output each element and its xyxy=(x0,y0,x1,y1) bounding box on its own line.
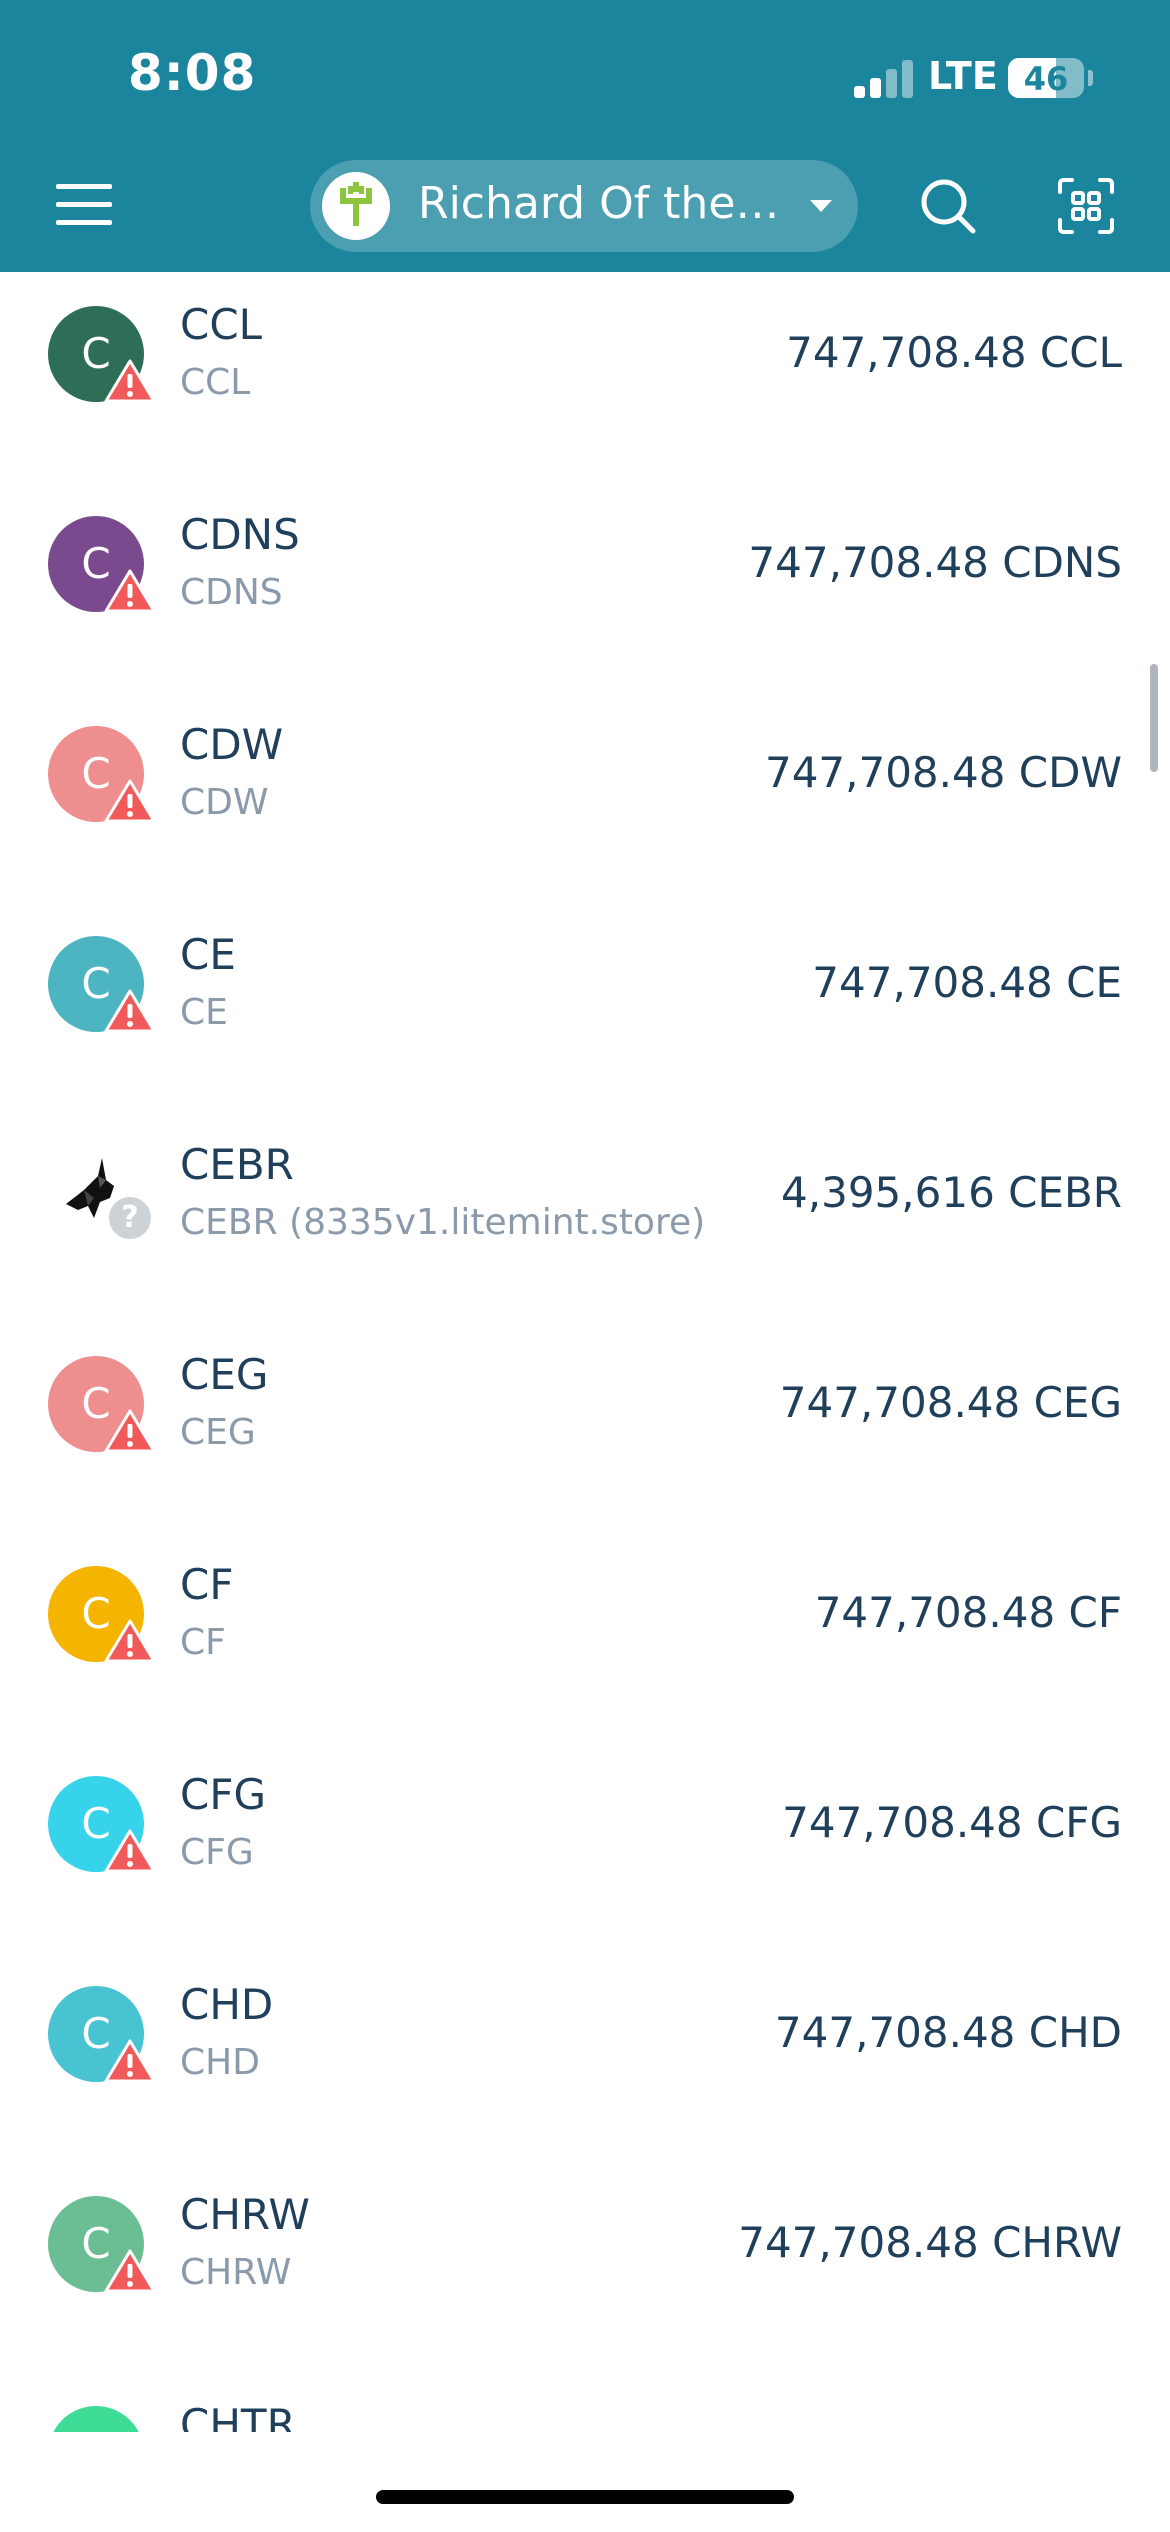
token-avatar: C xyxy=(48,2406,144,2432)
token-avatar: ? xyxy=(48,1146,154,1242)
warning-icon xyxy=(104,2039,156,2083)
token-balance: 747,708.48 CDW xyxy=(764,748,1122,797)
cellular-signal-icon xyxy=(854,58,914,98)
warning-icon xyxy=(104,569,156,613)
token-code: CHTR xyxy=(180,2400,296,2432)
token-row[interactable]: ? CEBR CEBR (8335v1.litemint.store) 4,39… xyxy=(0,1112,1170,1322)
search-icon[interactable] xyxy=(918,176,978,236)
token-balance: 747,708.48 CDNS xyxy=(748,538,1122,587)
token-balance: 747,708.48 CHD xyxy=(774,2008,1122,2057)
token-code: CCL xyxy=(180,300,263,349)
token-balance: 747,708.48 CFG xyxy=(782,1798,1122,1847)
warning-icon xyxy=(104,2249,156,2293)
status-time: 8:08 xyxy=(128,44,257,102)
token-avatar: C xyxy=(48,1776,156,1873)
token-code: CFG xyxy=(180,1770,267,1819)
token-issuer: CHRW xyxy=(180,2252,292,2293)
warning-icon xyxy=(104,989,156,1033)
battery-level: 46 xyxy=(1023,60,1069,98)
token-initial: C xyxy=(48,2406,144,2432)
qr-scan-icon[interactable] xyxy=(1056,176,1116,236)
account-switcher[interactable]: Richard Of the… xyxy=(310,160,858,252)
token-row[interactable]: C CEG CEG 747,708.48 CEG xyxy=(0,1322,1170,1532)
token-row[interactable]: C CFG CFG 747,708.48 CFG xyxy=(0,1742,1170,1952)
status-bar: 8:08 LTE 46 xyxy=(0,0,1170,150)
token-avatar: C xyxy=(48,936,156,1033)
scrollbar[interactable] xyxy=(1150,664,1158,772)
token-avatar: C xyxy=(48,516,156,613)
token-avatar: C xyxy=(48,306,156,403)
network-type: LTE xyxy=(928,54,998,98)
tree-logo-icon xyxy=(340,182,372,226)
token-avatar: C xyxy=(48,1986,156,2083)
token-avatar: C xyxy=(48,2196,156,2293)
account-name: Richard Of the… xyxy=(418,178,778,229)
token-row[interactable]: C CDW CDW 747,708.48 CDW xyxy=(0,692,1170,902)
token-avatar: C xyxy=(48,726,156,823)
token-issuer: CEBR (8335v1.litemint.store) xyxy=(180,1202,706,1243)
warning-icon xyxy=(104,359,156,403)
token-code: CDW xyxy=(180,720,284,769)
token-row[interactable]: C CDNS CDNS 747,708.48 CDNS xyxy=(0,482,1170,692)
token-code: CDNS xyxy=(180,510,300,559)
token-code: CEBR xyxy=(180,1140,294,1189)
token-issuer: CDW xyxy=(180,782,269,823)
battery-icon: 46 xyxy=(1008,58,1084,98)
warning-icon xyxy=(104,1829,156,1873)
hamburger-icon[interactable] xyxy=(56,180,112,228)
battery-tip xyxy=(1088,70,1093,86)
token-row[interactable]: C CHD CHD 747,708.48 CHD xyxy=(0,1952,1170,2162)
token-row[interactable]: C CHRW CHRW 747,708.48 CHRW xyxy=(0,2162,1170,2372)
token-balance: 747,708.48 CHRW xyxy=(738,2218,1122,2267)
warning-icon xyxy=(104,779,156,823)
token-issuer: CF xyxy=(180,1622,226,1663)
home-indicator[interactable] xyxy=(376,2490,794,2504)
token-code: CEG xyxy=(180,1350,269,1399)
token-row[interactable]: C CCL CCL 747,708.48 CCL xyxy=(0,272,1170,482)
token-balance: 747,708.48 CE xyxy=(812,958,1122,1007)
token-issuer: CE xyxy=(180,992,228,1033)
unknown-asset-icon: ? xyxy=(106,1194,154,1242)
warning-icon xyxy=(104,1619,156,1663)
bottom-safe-area xyxy=(0,2432,1170,2532)
token-row[interactable]: C CE CE 747,708.48 CE xyxy=(0,902,1170,1112)
app-header: 8:08 LTE 46 Richard Of the… xyxy=(0,0,1170,272)
token-balance: 747,708.48 CCL xyxy=(786,328,1122,377)
token-avatar: C xyxy=(48,1566,156,1663)
token-balance: 747,708.48 CF xyxy=(814,1588,1122,1637)
chevron-down-icon xyxy=(810,200,832,212)
token-issuer: CDNS xyxy=(180,572,283,613)
token-list[interactable]: C CCL CCL 747,708.48 CCL C CDNS CDNS 747… xyxy=(0,272,1170,2432)
token-issuer: CHD xyxy=(180,2042,260,2083)
token-issuer: CFG xyxy=(180,1832,254,1873)
token-issuer: CEG xyxy=(180,1412,256,1453)
token-row[interactable]: C CHTR xyxy=(0,2372,1170,2432)
token-code: CHD xyxy=(180,1980,274,2029)
warning-icon xyxy=(104,1409,156,1453)
token-code: CHRW xyxy=(180,2190,310,2239)
token-issuer: CCL xyxy=(180,362,251,403)
token-balance: 4,395,616 CEBR xyxy=(781,1168,1122,1217)
token-avatar: C xyxy=(48,1356,156,1453)
token-code: CE xyxy=(180,930,236,979)
token-row[interactable]: C CF CF 747,708.48 CF xyxy=(0,1532,1170,1742)
account-avatar xyxy=(322,172,390,240)
token-code: CF xyxy=(180,1560,234,1609)
token-balance: 747,708.48 CEG xyxy=(779,1378,1122,1427)
